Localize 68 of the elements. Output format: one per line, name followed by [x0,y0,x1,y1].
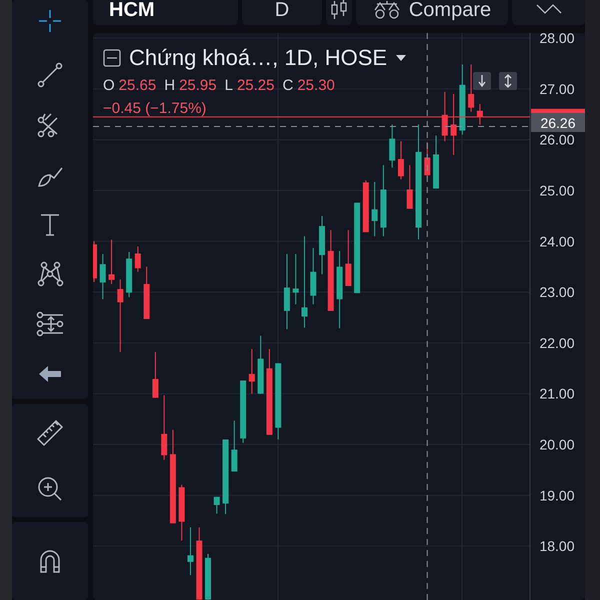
candlestick [240,380,246,444]
candlestick [476,104,483,125]
candlestick [187,526,194,576]
interval-button[interactable]: D [242,0,322,25]
price-label: 21.00 [539,386,575,402]
candlestick [372,181,378,237]
candlestick [398,140,404,180]
price-change: −0.45 (−1.75%) [103,100,208,117]
ohlc-label: H [164,77,176,94]
up-down-arrow-icon [503,74,513,88]
crosshair-price-tag: 26.26 [531,113,585,132]
candlestick [248,348,255,394]
scale-toggle-button[interactable] [499,72,517,90]
price-label: 19.00 [539,487,575,504]
ohlc-value: 25.95 [179,77,217,94]
symbol-button[interactable]: HCM [93,0,238,25]
indicator-button[interactable] [512,0,585,25]
candlestick [258,335,264,394]
candlestick [292,254,299,305]
down-arrow-icon [477,74,487,88]
scale-icon [372,1,401,19]
price-label: 26.00 [539,132,575,148]
candlestick [161,394,168,460]
candlestick [450,93,457,156]
candlestick [144,266,150,320]
ohlc-label: C [282,77,294,94]
candlestick [310,247,316,305]
candlestick [389,124,396,168]
candlestick [214,496,220,514]
price-label: 25.00 [539,182,575,198]
price-label: 22.00 [539,334,575,351]
candlestick [152,352,158,398]
compare-button[interactable]: Compare [356,0,508,25]
ruler-icon[interactable] [35,417,65,448]
chart-type-button[interactable] [326,0,352,25]
price-label: 20.00 [539,436,575,453]
candlestick [424,142,430,178]
ohlc-value: 25.30 [297,77,335,94]
candlestick [134,246,141,272]
candlestick [345,230,352,287]
candlestick [93,240,97,282]
price-label: 28.00 [539,33,575,46]
candlestick [406,164,413,210]
symbol-title[interactable]: Chứng khoá…, 1D, HOSE [129,45,388,71]
collapse-icon[interactable] [103,49,121,67]
scale-down-button[interactable] [473,72,491,90]
price-label: 23.00 [539,284,575,300]
candlestick [468,64,474,112]
price-label: 18.00 [539,538,575,554]
caret-icon[interactable] [395,54,408,62]
candlestick [178,484,185,542]
ohlc-label: O [103,77,115,94]
candlestick [231,420,238,472]
candlestick [459,64,466,136]
candlestick [126,251,132,298]
candlestick [205,553,211,600]
ohlc-value: 25.65 [118,77,156,94]
candlestick [442,91,448,142]
candlestick [362,180,369,233]
ohlc-value: 25.25 [236,77,274,94]
candlestick [100,254,106,300]
price-label: 24.00 [539,233,575,250]
candlestick-icon [331,0,347,20]
ohlc-label: L [224,77,233,94]
candlestick [433,135,440,189]
price-label: 27.00 [539,80,575,97]
candlestick [319,215,326,275]
candlestick [108,239,115,284]
